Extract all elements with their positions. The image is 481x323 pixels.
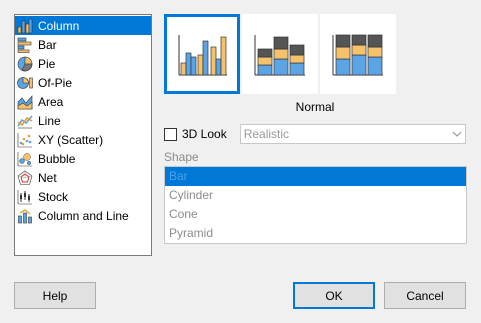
chart-type-list[interactable]: Column Bar Pie Of-Pie Area Line XY (Scat… [14,14,152,256]
bubble-chart-icon [17,151,33,167]
subtype-name: Normal [295,100,335,114]
look-style-combo[interactable]: Realistic [239,124,466,144]
chart-type-line[interactable]: Line [15,111,151,130]
chart-type-of-pie[interactable]: Of-Pie [15,73,151,92]
stock-chart-icon [17,189,33,205]
line-chart-icon [17,113,33,129]
chart-type-label: Pie [38,56,56,71]
subtype-normal-column[interactable] [164,14,240,94]
help-button[interactable]: Help [14,282,96,309]
chart-type-label: Of-Pie [38,75,73,90]
subtype-gallery [164,14,398,96]
shape-option-pyramid[interactable]: Pyramid [165,224,466,243]
chart-type-bar[interactable]: Bar [15,35,151,54]
shape-option-cone[interactable]: Cone [165,205,466,224]
stacked-column-icon [254,35,305,76]
chart-type-label: Bar [38,37,57,52]
cancel-button[interactable]: Cancel [384,282,466,309]
3d-look-label[interactable]: 3D Look [182,127,227,141]
chart-type-net[interactable]: Net [15,168,151,187]
chart-type-label: Column [38,18,80,33]
scatter-chart-icon [17,132,33,148]
shape-option-bar[interactable]: Bar [165,167,466,186]
look-row: 3D Look Realistic [164,124,466,144]
chart-type-label: Bubble [38,151,76,166]
chart-type-label: Column and Line [38,208,129,223]
chart-type-label: Line [38,113,61,128]
shape-label: Shape [164,150,199,164]
chart-type-stock[interactable]: Stock [15,187,151,206]
normal-column-icon [178,35,227,76]
column-and-line-chart-icon [17,208,33,224]
chart-type-label: Area [38,94,64,109]
shape-option-cylinder[interactable]: Cylinder [165,186,466,205]
chart-type-label: Net [38,170,57,185]
chevron-down-icon[interactable] [449,131,465,137]
subtype-stacked-column[interactable] [242,14,318,94]
bar-chart-icon [17,37,33,53]
ok-button[interactable]: OK [293,282,375,309]
subtype-percent-stacked-column[interactable] [320,14,396,94]
shape-list[interactable]: Bar Cylinder Cone Pyramid [164,166,467,244]
percent-stacked-column-icon [332,34,383,76]
chart-type-label: Stock [38,189,69,204]
look-style-value: Realistic [243,127,290,141]
chart-type-scatter[interactable]: XY (Scatter) [15,130,151,149]
3d-look-checkbox[interactable] [164,127,177,141]
chart-type-bubble[interactable]: Bubble [15,149,151,168]
chart-type-area[interactable]: Area [15,92,151,111]
chart-type-column[interactable]: Column [15,16,151,35]
net-chart-icon [17,170,33,186]
chart-type-column-and-line[interactable]: Column and Line [15,206,151,225]
column-chart-icon [17,18,33,34]
chart-type-pie[interactable]: Pie [15,54,151,73]
area-chart-icon [17,94,33,110]
of-pie-chart-icon [17,75,33,91]
chart-type-label: XY (Scatter) [38,132,104,147]
pie-chart-icon [17,56,33,72]
